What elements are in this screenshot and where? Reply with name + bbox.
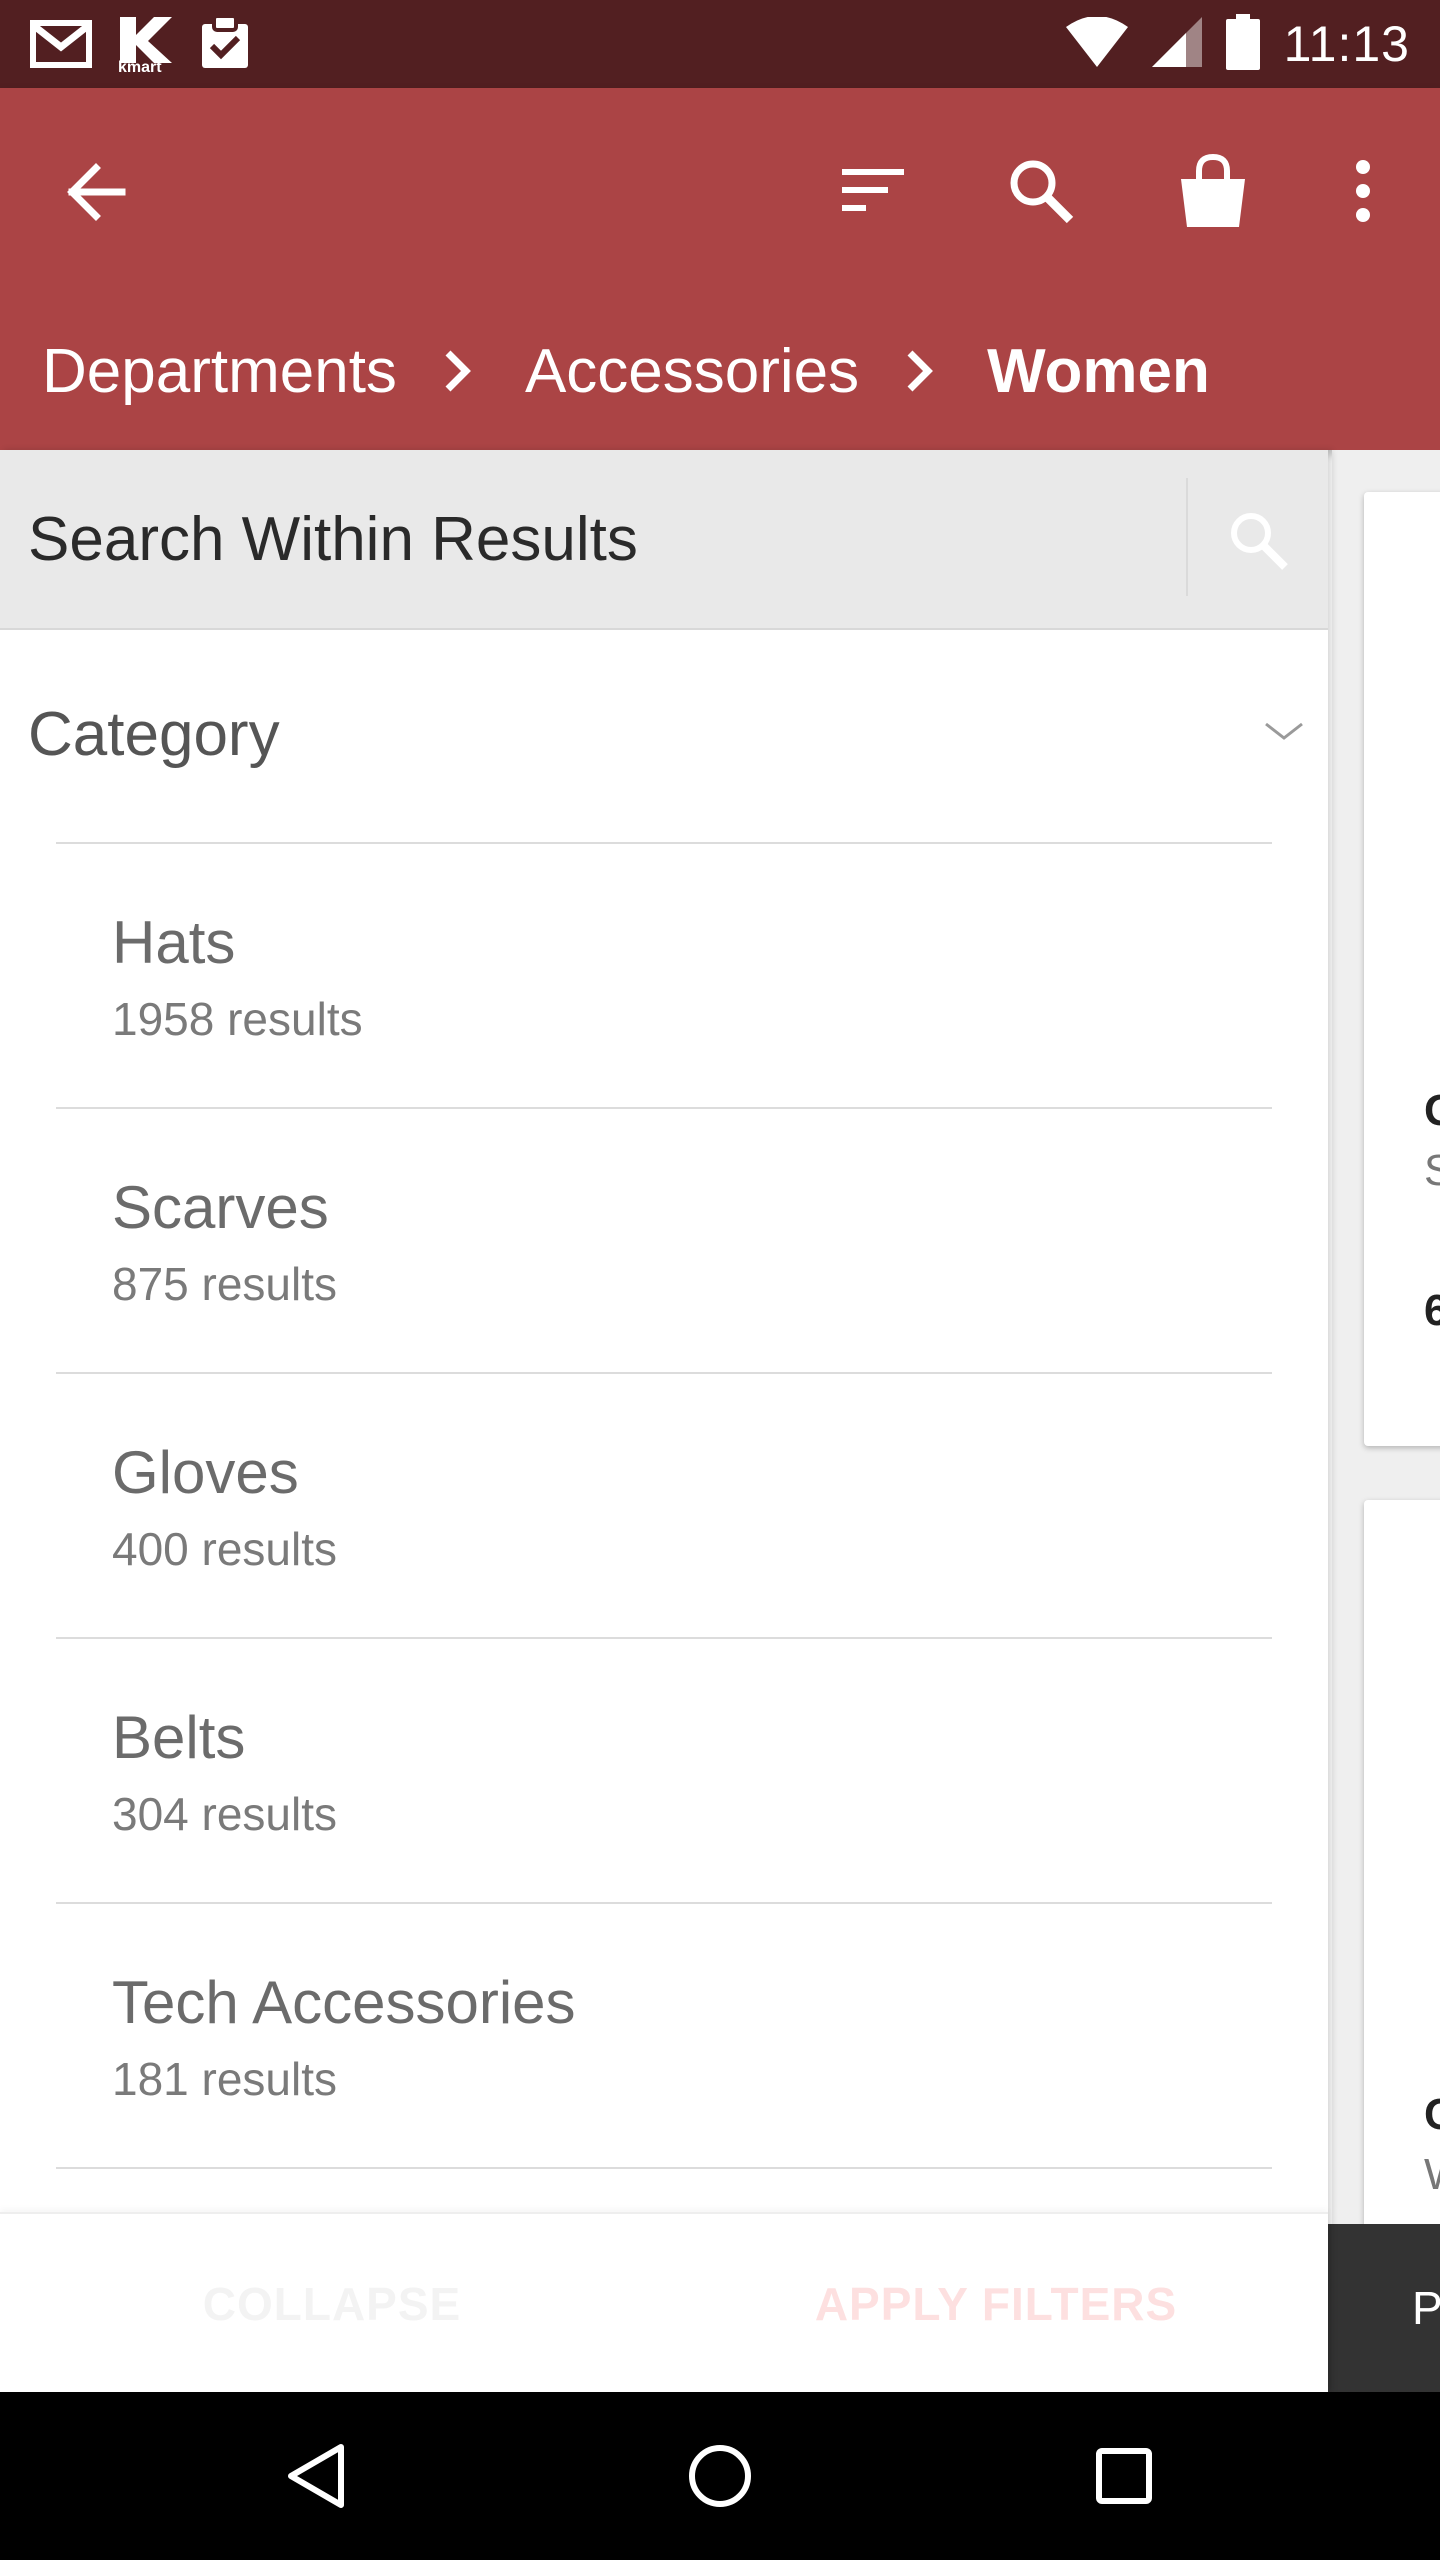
signal-icon [1151,16,1202,72]
category-item-hats[interactable]: Hats 1958 results [56,842,1272,1107]
category-name: Belts [112,1704,246,1771]
chevron-right-icon [437,341,477,401]
chevron-right-icon [899,341,939,401]
system-nav-bar [0,2392,1440,2560]
category-name: Scarves [112,1174,329,1241]
back-triangle-icon[interactable] [274,2434,358,2518]
notification-icons: kmart [30,14,252,77]
recents-square-icon[interactable] [1082,2434,1166,2518]
app-bar: Departments Accessories Women [0,88,1440,450]
product-title-partial: G [1424,1086,1440,1136]
back-arrow-icon[interactable] [58,152,138,232]
kmart-icon: kmart [114,15,176,77]
product-price-partial: 6 [1424,1286,1440,1335]
category-title: Category [28,700,280,769]
category-name: Gloves [112,1439,299,1506]
sort-icon[interactable] [828,146,918,236]
breadcrumb: Departments Accessories Women [42,326,1210,416]
clipboard-icon [198,14,252,77]
category-count: 1958 results [112,993,363,1045]
category-count: 875 results [112,1258,338,1310]
kmart-label: kmart [118,58,162,76]
breadcrumb-accessories[interactable]: Accessories [525,336,859,407]
category-name: Hats [112,909,236,976]
bottom-action-partial[interactable]: P [1328,2224,1440,2392]
battery-icon [1225,13,1260,75]
product-title-partial: C [1424,2090,1440,2139]
category-item-belts[interactable]: Belts 304 results [56,1637,1272,1902]
search-within-input[interactable]: Search Within Results [28,450,638,630]
apply-filters-button[interactable]: APPLY FILTERS [664,2214,1328,2394]
list-divider [56,2167,1272,2169]
category-header[interactable]: Category [0,630,1328,840]
search-within-results[interactable]: Search Within Results [0,450,1328,630]
category-count: 400 results [112,1523,338,1575]
chevron-down-icon[interactable] [1262,716,1306,746]
category-count: 304 results [112,1788,338,1840]
breadcrumb-departments[interactable]: Departments [42,336,397,407]
category-item-tech-accessories[interactable]: Tech Accessories 181 results [56,1902,1272,2167]
product-subtitle-partial: S [1424,1146,1440,1195]
search-icon[interactable] [996,146,1086,236]
more-vert-icon[interactable] [1318,146,1408,236]
status-time: 11:13 [1283,16,1410,72]
product-card[interactable]: G S 6 [1364,492,1440,1446]
category-list: Hats 1958 results Scarves 875 results Gl… [56,842,1272,2169]
home-circle-icon[interactable] [678,2434,762,2518]
filter-drawer: Search Within Results Category Hats 1958… [0,450,1328,2392]
status-bar: kmart 11:13 [0,0,1440,88]
category-item-scarves[interactable]: Scarves 875 results [56,1107,1272,1372]
shopping-bag-icon[interactable] [1168,146,1258,236]
collapse-button[interactable]: COLLAPSE [0,2214,664,2394]
breadcrumb-women: Women [987,336,1210,406]
drawer-footer: COLLAPSE APPLY FILTERS [0,2212,1328,2392]
category-name: Tech Accessories [112,1969,576,2036]
wifi-icon [1065,15,1128,72]
search-icon[interactable] [1188,450,1328,630]
gmail-icon [30,15,92,76]
product-subtitle-partial: W [1424,2150,1440,2200]
category-item-gloves[interactable]: Gloves 400 results [56,1372,1272,1637]
category-count: 181 results [112,2053,338,2105]
